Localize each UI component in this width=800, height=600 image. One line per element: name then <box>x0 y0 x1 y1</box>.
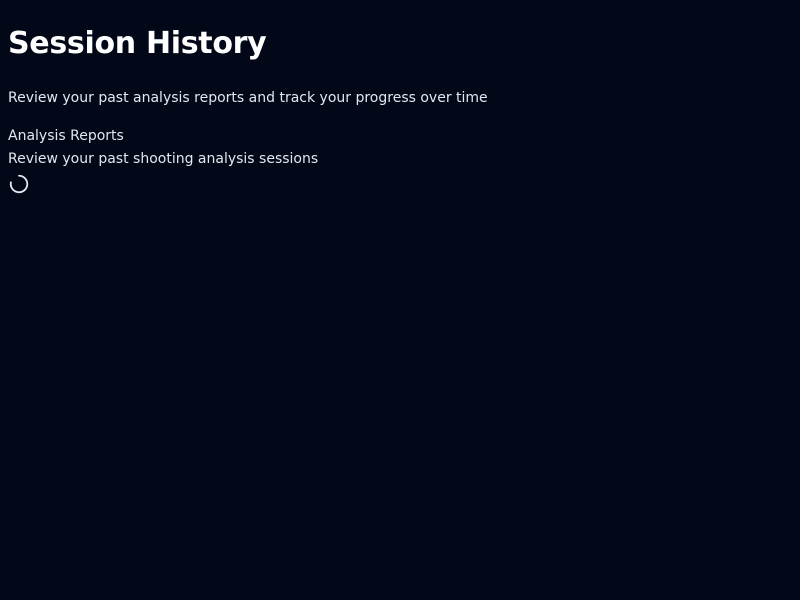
page-title: Session History <box>8 26 267 61</box>
analysis-reports-section: Analysis Reports Review your past shooti… <box>8 108 792 197</box>
loading-indicator <box>8 169 32 197</box>
section-title: Analysis Reports <box>8 128 124 144</box>
page-subtitle: Review your past analysis reports and tr… <box>8 90 488 106</box>
session-history-page: Session History Review your past analysi… <box>0 0 800 600</box>
spinner-icon <box>9 174 29 194</box>
section-description: Review your past shooting analysis sessi… <box>8 151 319 167</box>
